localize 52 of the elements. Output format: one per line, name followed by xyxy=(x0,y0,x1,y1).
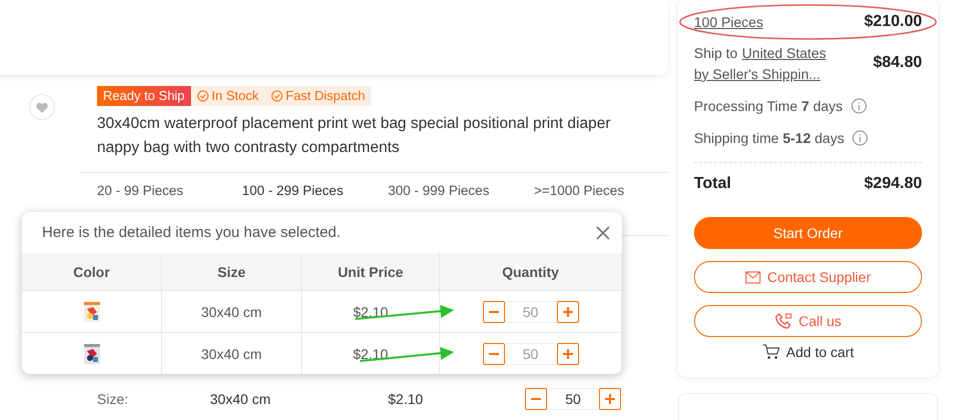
country-link[interactable]: United States xyxy=(742,45,826,61)
price-tier-label: 20 - 99 Pieces xyxy=(97,183,184,199)
popup-message: Here is the detailed items you have selected. xyxy=(42,224,340,241)
minus-button[interactable] xyxy=(482,342,504,364)
time-info: Processing Time 7 days xyxy=(694,97,843,116)
column-header: Unit Price xyxy=(302,253,440,291)
price-tier-label: 100 - 299 Pieces xyxy=(242,183,344,199)
plus-icon xyxy=(605,394,615,404)
add-to-cart-button[interactable]: Add to cart xyxy=(694,343,922,361)
minus-icon xyxy=(488,352,498,354)
favorite-button[interactable] xyxy=(29,94,55,120)
check-circle-icon xyxy=(196,90,209,102)
cart-icon xyxy=(762,344,780,360)
quantity-field[interactable]: 50 xyxy=(547,388,599,410)
minus-icon xyxy=(531,398,541,400)
column-header: Size xyxy=(162,253,302,291)
phone-icon xyxy=(774,312,793,330)
size-value: 30x40 cm xyxy=(210,391,272,407)
subtotal: $210.00 xyxy=(864,13,922,31)
minus-icon xyxy=(488,310,498,312)
plus-button[interactable] xyxy=(556,300,578,322)
total-label: Total xyxy=(694,175,732,193)
envelope-icon xyxy=(745,270,762,284)
heart-icon xyxy=(36,102,48,112)
size-label: Size: xyxy=(97,391,130,407)
total-amount: $294.80 xyxy=(864,175,922,193)
minus-button[interactable] xyxy=(525,388,547,410)
quantity-link[interactable]: 100 Pieces xyxy=(694,14,764,30)
ship-to-label: Ship to xyxy=(694,45,738,61)
column-header: Color xyxy=(22,253,162,291)
size-cell: 30x40 cm xyxy=(162,291,302,333)
ready-to-ship-badge: Ready to Ship xyxy=(97,86,191,106)
feature-badge: Fast Dispatch xyxy=(264,86,372,106)
unit-price: $2.10 xyxy=(388,391,424,407)
close-button[interactable] xyxy=(594,224,612,242)
product-title: 30x40cm waterproof placement print wet bag special positional print diaper nappy bag with two contrasty compartments xyxy=(97,114,612,158)
plus-button[interactable] xyxy=(599,388,621,410)
time-info: Shipping time 5-12 days xyxy=(694,129,844,148)
feature-badge: In Stock xyxy=(190,86,265,106)
info-icon[interactable] xyxy=(852,130,868,146)
check-circle-icon xyxy=(270,90,283,102)
plus-icon xyxy=(562,348,572,358)
plus-button[interactable] xyxy=(556,342,578,364)
price-tier-label: 300 - 999 Pieces xyxy=(388,183,490,199)
shipping-cost: $84.80 xyxy=(873,54,922,72)
plus-icon xyxy=(562,306,572,316)
shipping-method-link[interactable]: by Seller's Shippin... xyxy=(694,64,826,84)
price-tier-label: >=1000 Pieces xyxy=(534,183,626,199)
size-cell: 30x40 cm xyxy=(162,333,302,374)
info-icon[interactable] xyxy=(850,98,867,114)
column-header: Quantity xyxy=(440,253,622,291)
minus-button[interactable] xyxy=(482,300,504,322)
